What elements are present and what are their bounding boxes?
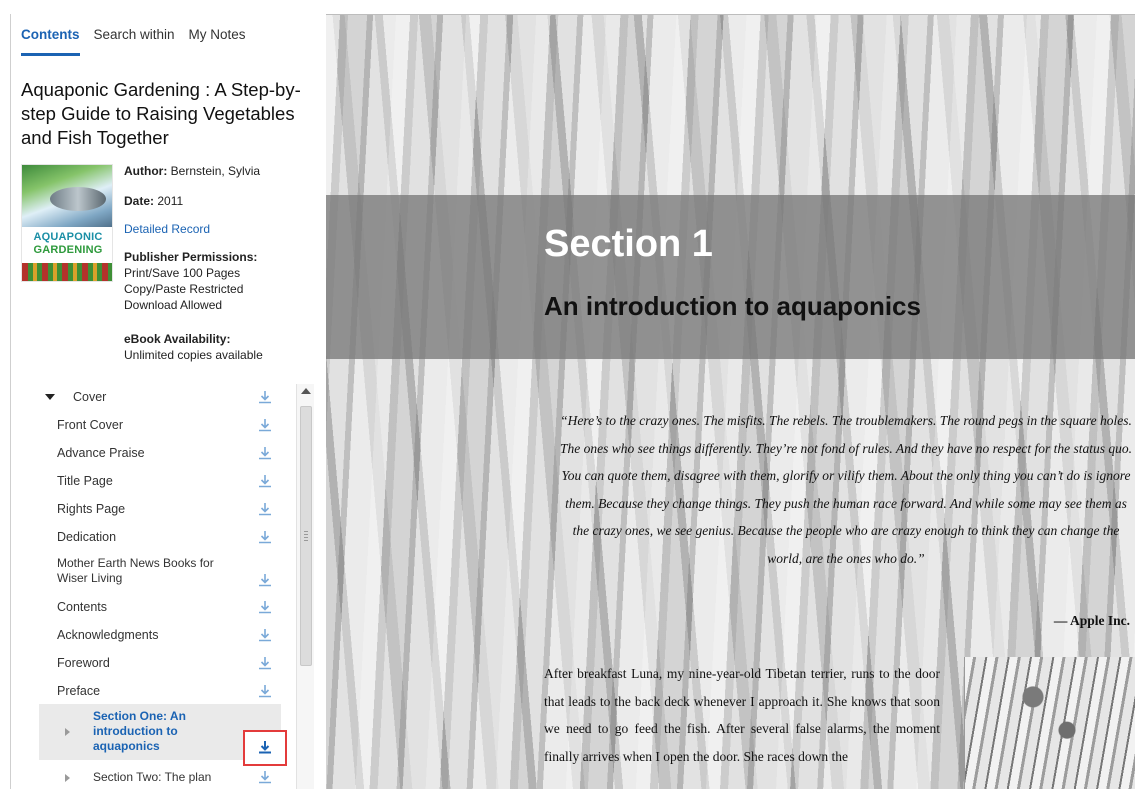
- toc-scrollbar[interactable]: [296, 384, 314, 789]
- author-value: Bernstein, Sylvia: [170, 164, 261, 178]
- availability-label-text: eBook Availability:: [124, 332, 231, 346]
- toc-item-mother-earth-news[interactable]: Mother Earth News Books for Wiser Living: [11, 554, 281, 590]
- expand-caret-icon[interactable]: [65, 774, 70, 782]
- toc-label: Foreword: [57, 656, 110, 670]
- toc-item-contents[interactable]: Contents: [11, 598, 281, 618]
- permission-download: Download Allowed: [124, 298, 223, 312]
- toc-label: Section One: An introduction to aquaponi…: [93, 709, 186, 753]
- permission-copy: Copy/Paste Restricted: [124, 282, 244, 296]
- availability-value: Unlimited copies available: [124, 348, 263, 362]
- table-of-contents: Cover Front Cover Advance Praise Title P…: [11, 382, 311, 789]
- toc-label: Preface: [57, 684, 101, 698]
- toc-label: Acknowledgments: [57, 628, 159, 642]
- download-icon[interactable]: [257, 529, 273, 545]
- toc-label: Rights Page: [57, 502, 126, 516]
- cover-title-line2: GARDENING: [33, 244, 103, 256]
- toc-label: Advance Praise: [57, 446, 145, 460]
- download-icon[interactable]: [257, 473, 273, 489]
- book-cover-thumbnail[interactable]: AQUAPONIC GARDENING: [21, 164, 113, 282]
- download-icon[interactable]: [257, 683, 273, 699]
- toc-item-rights-page[interactable]: Rights Page: [11, 500, 281, 520]
- section-title: An introduction to aquaponics: [544, 291, 921, 321]
- toc-label: Front Cover: [57, 418, 123, 432]
- epigraph-quote: “Here’s to the crazy ones. The misfits. …: [560, 413, 1132, 566]
- permission-print: Print/Save 100 Pages: [124, 266, 241, 280]
- section-number: Section 1: [544, 223, 713, 265]
- permissions-label-text: Publisher Permissions:: [124, 250, 258, 264]
- toc-item-title-page[interactable]: Title Page: [11, 472, 281, 492]
- ebook-page-viewer[interactable]: Section 1 An introduction to aquaponics …: [326, 14, 1135, 789]
- page-body-text: After breakfast Luna, my nine-year-old T…: [544, 666, 940, 764]
- date-label: Date:: [124, 194, 155, 208]
- tab-search-within[interactable]: Search within: [94, 26, 175, 56]
- toc-label: Title Page: [57, 474, 113, 488]
- toc-label: Section Two: The plan: [93, 770, 212, 784]
- download-icon[interactable]: [257, 627, 273, 643]
- grip-icon: [304, 531, 308, 541]
- cover-title-line1: AQUAPONIC: [33, 231, 103, 243]
- detailed-record-link[interactable]: Detailed Record: [124, 222, 210, 236]
- download-icon[interactable]: [257, 501, 273, 517]
- toc-label: Mother Earth News Books for Wiser Living: [57, 556, 214, 585]
- permissions-label: Publisher Permissions:: [124, 250, 257, 265]
- toc-item-cover[interactable]: Cover: [11, 388, 281, 408]
- scroll-up-arrow-icon[interactable]: [301, 388, 311, 394]
- toc-item-foreword[interactable]: Foreword: [11, 654, 281, 674]
- book-title: Aquaponic Gardening : A Step-by-step Gui…: [21, 79, 301, 148]
- toc-item-front-cover[interactable]: Front Cover: [11, 416, 281, 436]
- download-icon[interactable]: [257, 389, 273, 405]
- toc-label: Dedication: [57, 530, 117, 544]
- download-icon[interactable]: [257, 445, 273, 461]
- tab-my-notes[interactable]: My Notes: [189, 26, 246, 56]
- expand-caret-icon[interactable]: [65, 728, 70, 736]
- toc-item-dedication[interactable]: Dedication: [11, 528, 281, 548]
- date-row: Date: 2011: [124, 194, 183, 209]
- expand-caret-icon[interactable]: [45, 394, 55, 400]
- garden-photo: [964, 657, 1135, 789]
- fish-image: [50, 187, 106, 211]
- download-icon[interactable]: [257, 572, 273, 588]
- section-header-band: Section 1 An introduction to aquaponics: [326, 195, 1135, 359]
- toc-item-section-two[interactable]: Section Two: The plan: [11, 768, 281, 788]
- download-icon[interactable]: [257, 417, 273, 433]
- toc-item-advance-praise[interactable]: Advance Praise: [11, 444, 281, 464]
- author-row: Author: Bernstein, Sylvia: [124, 164, 260, 179]
- cover-vegetables: [22, 263, 112, 281]
- download-icon[interactable]: [257, 599, 273, 615]
- download-highlight-box[interactable]: [243, 730, 287, 766]
- toc-item-preface[interactable]: Preface: [11, 682, 281, 702]
- detailed-record-row: Detailed Record: [124, 222, 210, 237]
- sidebar-panel: Contents Search within My Notes Aquaponi…: [10, 14, 326, 789]
- sidebar-tabs: Contents Search within My Notes: [21, 26, 260, 56]
- availability-label: eBook Availability:: [124, 332, 230, 347]
- author-label: Author:: [124, 164, 168, 178]
- quote-attribution: — Apple Inc.: [1053, 613, 1130, 628]
- toc-label: Contents: [57, 600, 108, 614]
- date-value: 2011: [157, 194, 184, 208]
- tab-contents[interactable]: Contents: [21, 26, 80, 56]
- toc-label: Cover: [73, 390, 107, 404]
- toc-item-acknowledgments[interactable]: Acknowledgments: [11, 626, 281, 646]
- scroll-thumb[interactable]: [300, 406, 312, 666]
- toc-item-section-one[interactable]: Section One: An introduction to aquaponi…: [39, 704, 287, 766]
- download-icon[interactable]: [257, 739, 273, 755]
- download-icon[interactable]: [257, 769, 273, 785]
- download-icon[interactable]: [257, 655, 273, 671]
